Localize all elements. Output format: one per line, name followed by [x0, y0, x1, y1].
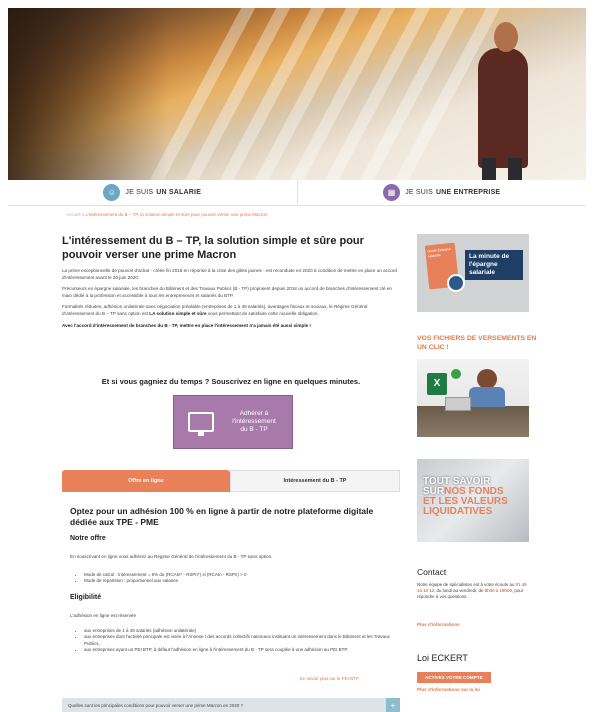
persona-employee[interactable]: ☺ JE SUIS UN SALARIE	[8, 180, 297, 205]
eligibility-text: L'adhésion en ligne est réservée	[70, 613, 136, 618]
tab-interessement[interactable]: Intéressement du B - TP	[230, 470, 400, 492]
offer-tabs: Offre en ligne Intéressement du B - TP	[62, 470, 400, 492]
persona-bar: ☺ JE SUIS UN SALARIE ▦ JE SUIS UNE ENTRE…	[8, 180, 586, 206]
promo-book-label: Guide Épargne salariale	[427, 246, 452, 259]
persona-company[interactable]: ▦ JE SUIS UNE ENTREPRISE	[296, 180, 587, 205]
article-paragraph-2: Précurseurs en épargne salariale, les br…	[62, 286, 392, 298]
plus-icon[interactable]: +	[386, 698, 400, 712]
offer-heading: Notre offre	[70, 535, 106, 542]
excel-icon: X	[427, 373, 447, 395]
persona-employee-prefix: JE SUIS	[125, 189, 154, 196]
adhere-button[interactable]: Adhérer à l'intéressement du B - TP	[173, 395, 293, 449]
check-icon	[451, 369, 461, 379]
more-pei-link[interactable]: En savoir plus sur le PEI BTP	[300, 676, 359, 681]
article-paragraph-3: Formalités réduites, adhésion unilatéral…	[62, 304, 368, 316]
person-image	[477, 369, 497, 389]
clock-icon	[447, 274, 465, 292]
persona-employee-strong: UN SALARIE	[156, 189, 202, 196]
eligibility-heading: Eligibilité	[70, 594, 102, 601]
funds-text-5: LIQUIDATIVES	[423, 506, 493, 517]
faq-question: Quelles sont les principales conditions …	[68, 702, 244, 708]
article-paragraph-4: Avec l'accord d'intéressement de branche…	[62, 322, 311, 328]
activate-account-button[interactable]: ACTIVEZ VOTRE COMPTE	[417, 672, 491, 683]
breadcrumb-home[interactable]: Accueil	[66, 212, 81, 217]
offer-text: En souscrivant en ligne vous adhérez au …	[70, 554, 273, 559]
article: L'intéressement du B – TP, la solution s…	[62, 234, 400, 334]
promo-card-minute[interactable]: Guide Épargne salariale La minute de l'é…	[417, 234, 529, 312]
offer-title: Optez pour un adhésion 100 % en ligne à …	[70, 506, 374, 527]
promo-card-funds[interactable]: TOUT SAVOIR SURNOS FONDS ET LES VALEURS …	[417, 459, 529, 542]
offer-list: Mode de calcul : Intéressement = 5% du (…	[70, 572, 396, 585]
promo-card-files[interactable]: X	[417, 359, 529, 437]
article-paragraph-1: La prime exceptionnelle de pouvoir d'ach…	[62, 268, 397, 280]
offer-section: Optez pour un adhésion 100 % en ligne à …	[70, 506, 396, 528]
building-icon: ▦	[383, 184, 401, 201]
monitor-icon	[188, 412, 214, 436]
loi-more-link[interactable]: Plus d'informations sur la loi	[417, 687, 480, 692]
tab-offre-en-ligne[interactable]: Offre en ligne	[62, 470, 230, 492]
list-item: aux entreprises ayant un PEI BTP, à défa…	[84, 647, 396, 653]
contact-title: Contact	[417, 567, 447, 577]
loi-title: Loi ECKERT	[417, 653, 468, 663]
list-item: Mode de répartition : proportionnel aux …	[84, 578, 396, 584]
contact-more-link[interactable]: Plus d'informations	[417, 622, 460, 627]
cta-question: Et si vous gagniez du temps ? Souscrivez…	[101, 377, 361, 386]
adhere-button-label: Adhérer à l'intéressement du B - TP	[232, 410, 276, 433]
promo-title: La minute de l'épargne salariale	[465, 250, 523, 280]
breadcrumb: Accueil » L'intéressement du B – TP, la …	[66, 212, 268, 217]
people-icon: ☺	[103, 184, 121, 201]
page-title: L'intéressement du B – TP, la solution s…	[62, 235, 364, 261]
files-title: VOS FICHIERS DE VERSEMENTS EN UN CLIC !	[417, 335, 537, 351]
persona-company-prefix: JE SUIS	[405, 189, 434, 196]
faq-accordion-item[interactable]: Quelles sont les principales conditions …	[62, 698, 400, 712]
hero-banner	[8, 8, 586, 180]
list-item: aux entreprises dont l'activité principa…	[84, 634, 396, 647]
contact-text: Notre équipe de spécialistes est à votre…	[417, 582, 527, 600]
eligibility-list: aux entreprises de 1 à 49 salariés (adhé…	[70, 628, 396, 654]
persona-company-strong: UNE ENTREPRISE	[436, 189, 501, 196]
breadcrumb-current: L'intéressement du B – TP, la solution s…	[85, 212, 268, 217]
laptop-image	[445, 397, 471, 411]
